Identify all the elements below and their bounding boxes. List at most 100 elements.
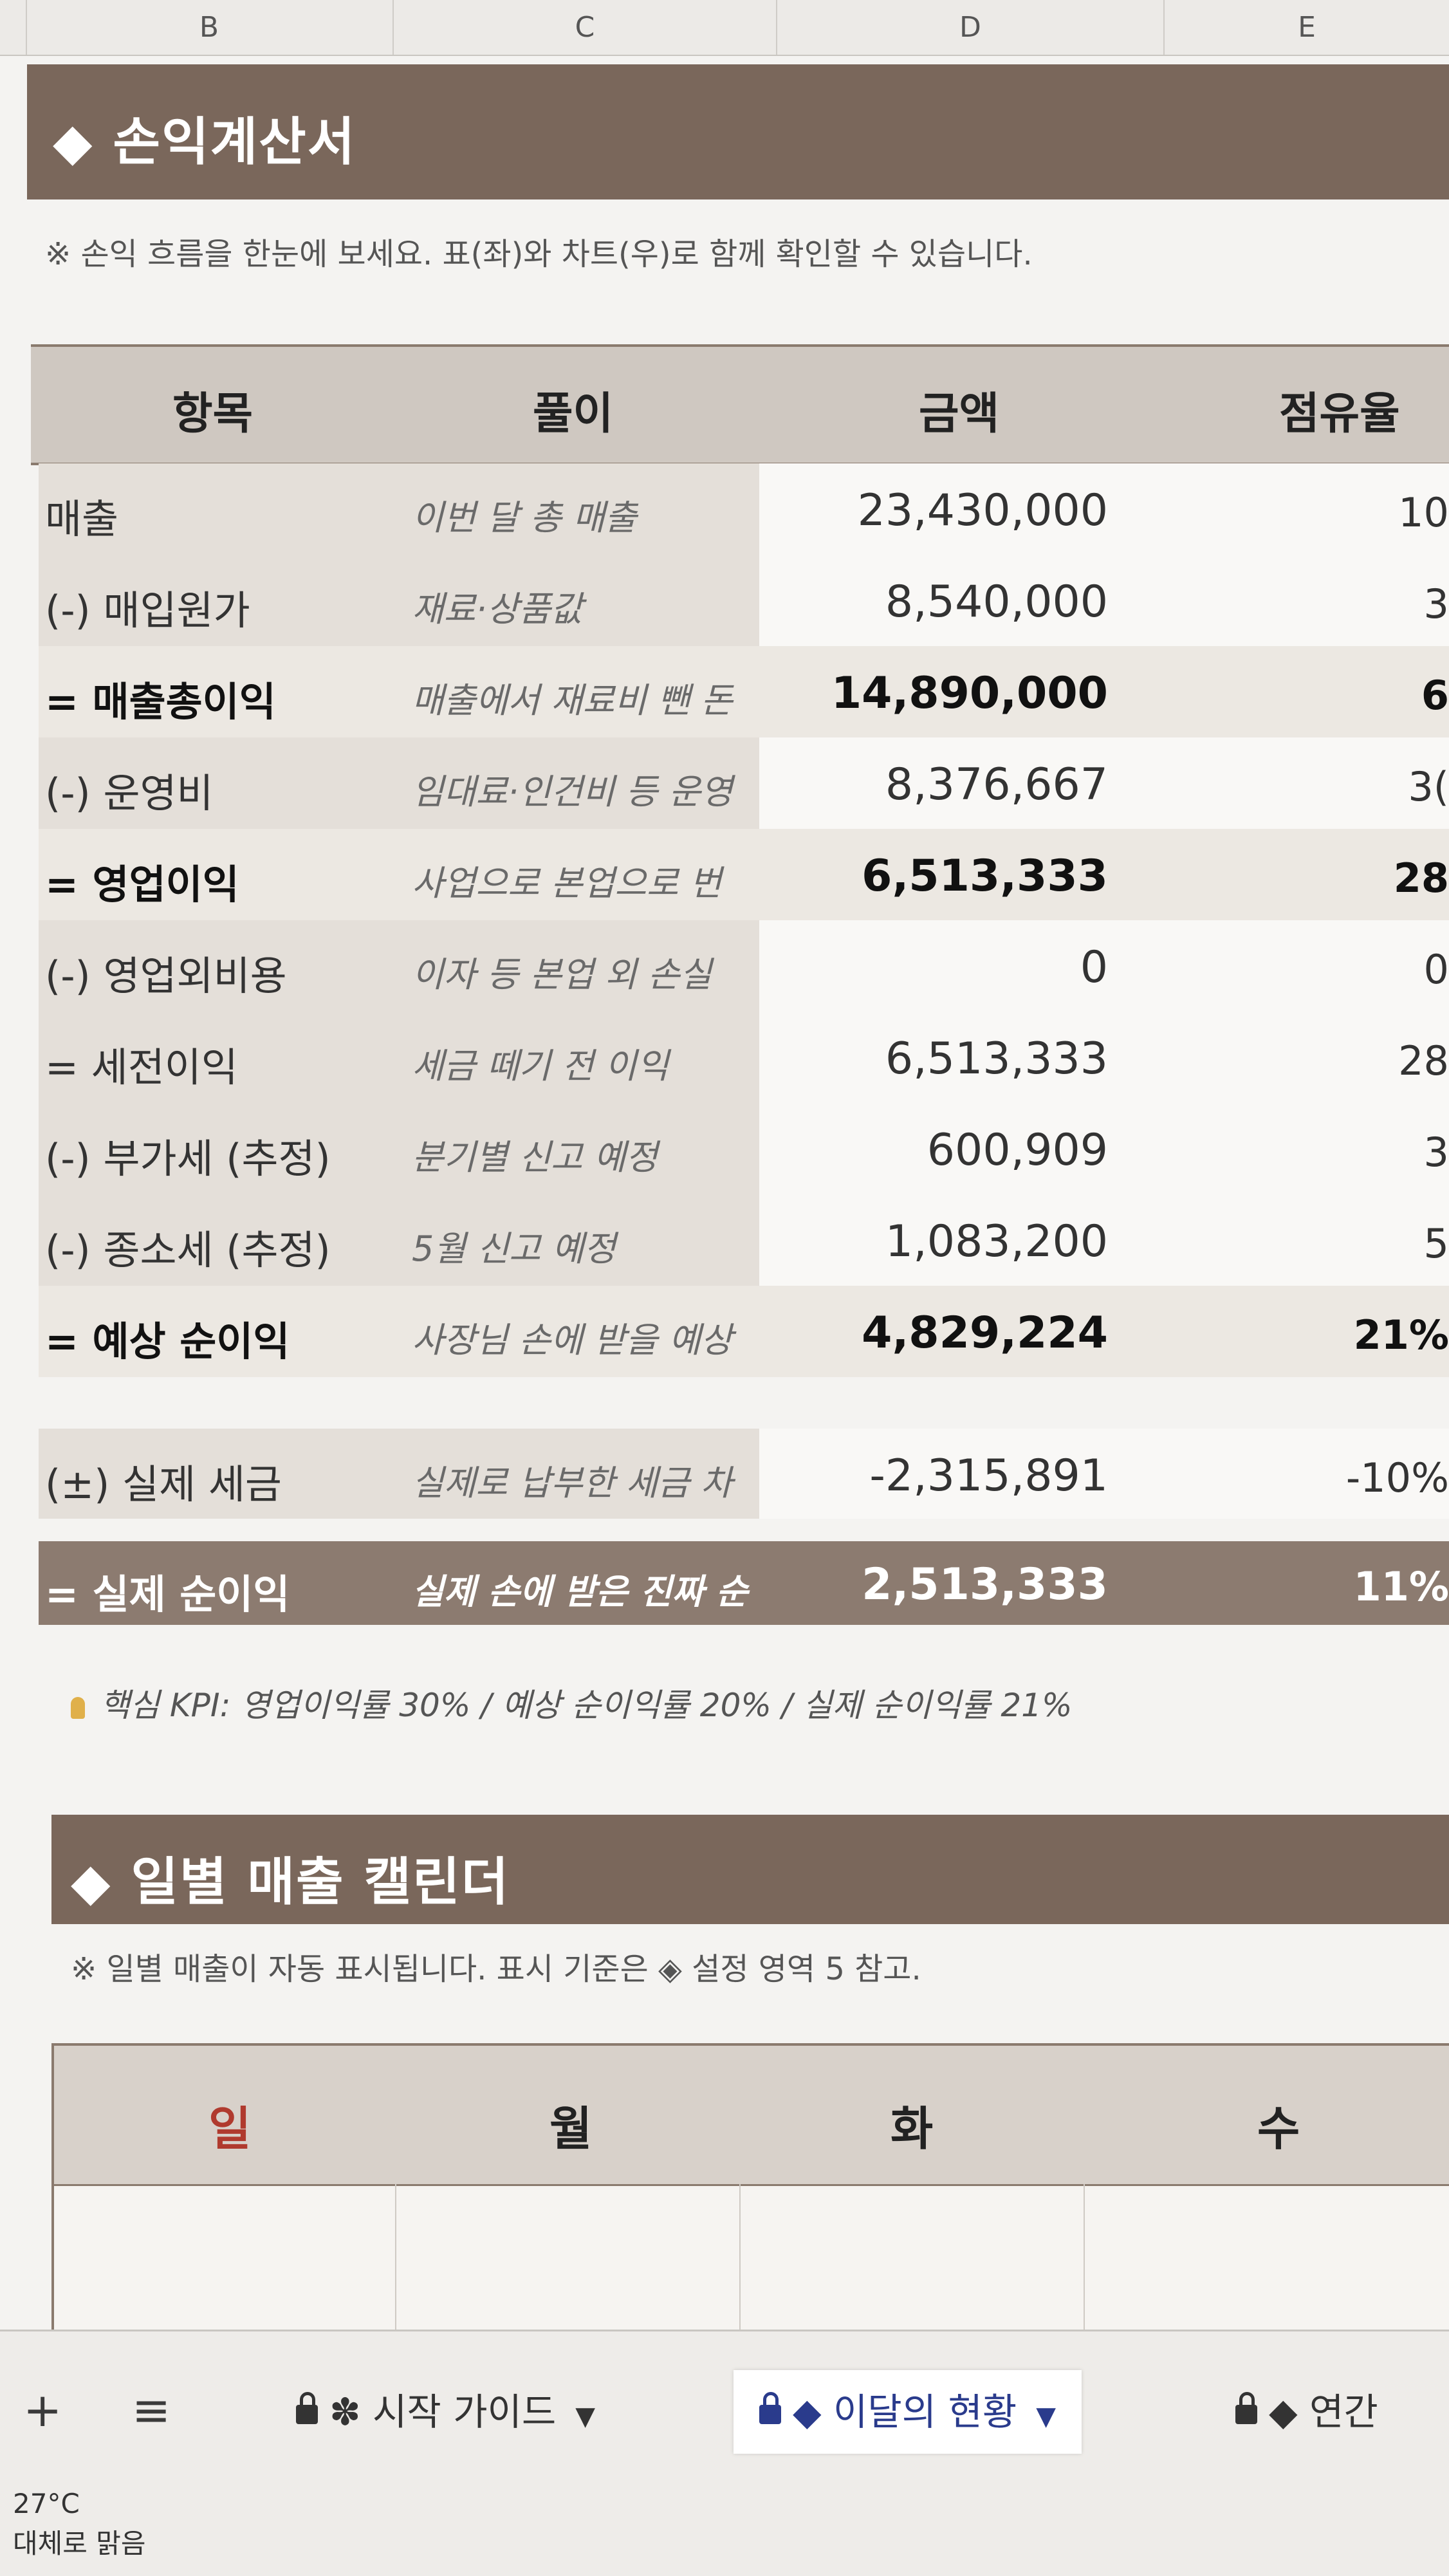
row-amount: 6,513,333: [862, 851, 1108, 902]
row-share: 3: [1423, 580, 1449, 627]
sheet-tab-bar: + ≡ ✽ 시작 가이드 ▼ ◆ 이달의 현황 ▼ ◆ 연간: [0, 2330, 1449, 2576]
row-amount: 8,376,667: [885, 759, 1108, 810]
column-header-c[interactable]: C: [394, 0, 777, 55]
day-sunday: 일: [208, 2102, 252, 2156]
weather-desc: 대체로 맑음: [13, 2528, 146, 2559]
row-amount: 600,909: [927, 1125, 1108, 1176]
header-item: 항목: [172, 389, 254, 440]
row-amount: 4,829,224: [862, 1308, 1108, 1358]
row-item: = 매출총이익: [45, 678, 276, 725]
row-item: (±) 실제 세금: [45, 1461, 282, 1508]
row-desc: 실제로 납부한 세금 차: [412, 1463, 733, 1503]
row-desc: 사장님 손에 받을 예상: [412, 1320, 733, 1360]
column-header-d[interactable]: D: [777, 0, 1165, 55]
row-share: 0: [1423, 946, 1449, 993]
lock-icon: [296, 2391, 318, 2424]
row-share: 21%: [1353, 1311, 1449, 1358]
row-amount: 23,430,000: [857, 485, 1108, 536]
row-share: 3(: [1408, 763, 1449, 810]
calendar-title-band: ◆ 일별 매출 캘린더: [51, 1815, 1449, 1924]
row-item: = 세전이익: [45, 1044, 238, 1091]
tab-label: ◆ 연간: [1269, 2390, 1378, 2434]
tab-this-month-status[interactable]: ◆ 이달의 현황 ▼: [734, 2370, 1082, 2454]
header-share: 점유율: [1279, 389, 1400, 440]
chevron-down-icon[interactable]: ▼: [575, 2402, 595, 2431]
row-share: 28: [1398, 1037, 1449, 1084]
column-header-b[interactable]: B: [26, 0, 394, 55]
row-share: 10: [1398, 489, 1449, 536]
lock-icon: [1235, 2391, 1257, 2424]
row-share: 6: [1421, 672, 1449, 719]
all-sheets-menu-button[interactable]: ≡: [132, 2383, 171, 2437]
income-statement-title: ◆ 손익계산서: [53, 112, 356, 172]
row-amount: 0: [1080, 942, 1108, 993]
header-amount: 금액: [919, 389, 1000, 440]
row-desc: 세금 떼기 전 이익: [412, 1046, 669, 1086]
lightbulb-icon: [71, 1696, 85, 1719]
tab-start-guide[interactable]: ✽ 시작 가이드 ▼: [270, 2370, 621, 2454]
row-amount: 8,540,000: [885, 577, 1108, 627]
calendar-divider: [1084, 2184, 1085, 2332]
daily-sales-calendar: 일 월 화 수: [51, 2043, 1449, 2332]
row-share: -10%: [1345, 1454, 1449, 1501]
row-amount: 1,083,200: [885, 1216, 1108, 1267]
row-desc: 분기별 신고 예정: [412, 1137, 658, 1178]
row-desc: 사업으로 본업으로 번: [412, 863, 722, 903]
add-sheet-button[interactable]: +: [23, 2383, 62, 2437]
row-item: (-) 영업외비용: [45, 952, 287, 999]
row-desc: 5월 신고 예정: [412, 1228, 616, 1269]
table-row[interactable]: = 영업이익 사업으로 본업으로 번 6,513,333 28: [39, 829, 1449, 920]
kpi-text: 핵심 KPI: 영업이익률 30% / 예상 순이익률 20% / 실제 순이익…: [100, 1687, 1073, 1724]
column-header-row: B C D E: [0, 0, 1449, 56]
table-row-total[interactable]: = 실제 순이익 실제 손에 받은 진짜 순 2,513,333 11%: [39, 1541, 1449, 1625]
row-desc: 이자 등 본업 외 손실: [412, 954, 712, 995]
row-desc: 이번 달 총 매출: [412, 497, 637, 538]
table-row[interactable]: = 예상 순이익 사장님 손에 받을 예상 4,829,224 21%: [39, 1286, 1449, 1377]
row-amount: 6,513,333: [885, 1033, 1108, 1084]
kpi-note: 핵심 KPI: 영업이익률 30% / 예상 순이익률 20% / 실제 순이익…: [71, 1680, 1072, 1726]
column-header-gutter: [0, 0, 27, 55]
row-share: 28: [1393, 855, 1449, 902]
header-desc: 풀이: [533, 389, 614, 440]
table-row[interactable]: (±) 실제 세금 실제로 납부한 세금 차 -2,315,891 -10%: [39, 1429, 1449, 1519]
row-share: 11%: [1353, 1563, 1449, 1610]
row-desc: 임대료·인건비 등 운영: [412, 772, 733, 812]
day-monday: 월: [549, 2102, 593, 2156]
row-amount: 2,513,333: [862, 1559, 1108, 1610]
table-row[interactable]: (-) 종소세 (추정) 5월 신고 예정 1,083,200 5: [39, 1194, 1449, 1286]
table-row[interactable]: 매출 이번 달 총 매출 23,430,000 10: [39, 463, 1449, 555]
weather-temp: 27°C: [13, 2488, 80, 2519]
table-row[interactable]: (-) 운영비 임대료·인건비 등 운영 8,376,667 3(: [39, 737, 1449, 829]
table-header: 항목 풀이 금액 점유율: [31, 344, 1449, 465]
tab-label: ◆ 이달의 현황: [793, 2390, 1017, 2434]
row-amount: -2,315,891: [869, 1450, 1108, 1501]
income-statement-note: ※ 손익 흐름을 한눈에 보세요. 표(좌)와 차트(우)로 함께 확인할 수 …: [45, 236, 1033, 272]
row-item: (-) 부가세 (추정): [45, 1135, 331, 1182]
row-desc: 매출에서 재료비 뺀 돈: [412, 680, 733, 721]
row-desc: 실제 손에 받은 진짜 순: [412, 1571, 748, 1612]
table-row[interactable]: = 매출총이익 매출에서 재료비 뺀 돈 14,890,000 6: [39, 646, 1449, 737]
table-row[interactable]: (-) 영업외비용 이자 등 본업 외 손실 0 0: [39, 920, 1449, 1012]
row-item: = 예상 순이익: [45, 1318, 290, 1365]
table-row[interactable]: (-) 부가세 (추정) 분기별 신고 예정 600,909 3: [39, 1103, 1449, 1194]
column-header-e[interactable]: E: [1165, 0, 1449, 55]
income-statement-title-band: ◆ 손익계산서: [27, 64, 1449, 199]
calendar-header: 일 월 화 수: [54, 2046, 1449, 2186]
row-item: (-) 매입원가: [45, 587, 250, 634]
row-item: (-) 운영비: [45, 770, 214, 817]
table-row[interactable]: = 세전이익 세금 떼기 전 이익 6,513,333 28: [39, 1012, 1449, 1103]
lock-icon: [759, 2391, 781, 2424]
row-amount: 14,890,000: [831, 668, 1108, 719]
calendar-title: ◆ 일별 매출 캘린더: [71, 1852, 510, 1912]
row-share: 3: [1423, 1129, 1449, 1176]
weather-widget[interactable]: 27°C 대체로 맑음: [13, 2484, 146, 2564]
calendar-divider: [395, 2184, 396, 2332]
day-wednesday: 수: [1257, 2102, 1300, 2156]
chevron-down-icon[interactable]: ▼: [1036, 2402, 1056, 2431]
table-row[interactable]: (-) 매입원가 재료·상품값 8,540,000 3: [39, 555, 1449, 646]
calendar-note: ※ 일별 매출이 자동 표시됩니다. 표시 기준은 ◈ 설정 영역 5 참고.: [71, 1951, 921, 1987]
row-item: 매출: [45, 496, 119, 542]
calendar-divider: [739, 2184, 741, 2332]
row-item: = 실제 순이익: [45, 1571, 290, 1618]
tab-annual[interactable]: ◆ 연간: [1210, 2370, 1404, 2454]
